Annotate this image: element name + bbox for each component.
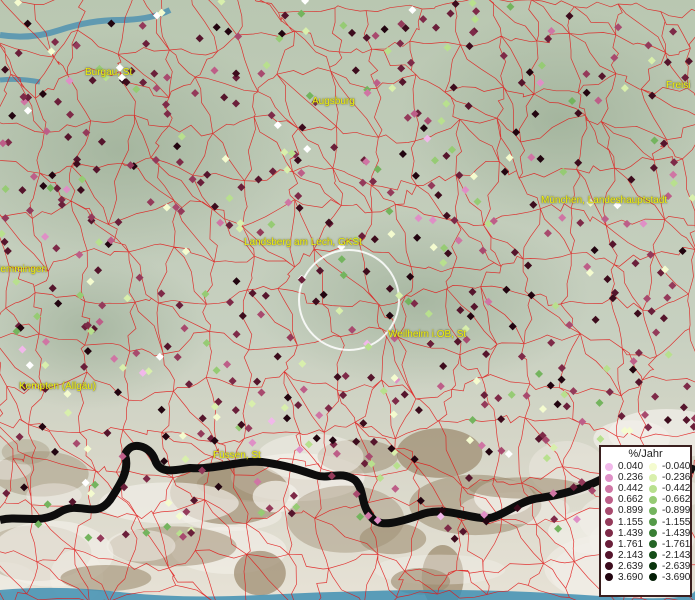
legend-item: -0.899 [645,505,690,516]
legend-swatch [649,562,657,571]
legend-item: 3.690 [601,572,645,583]
legend-swatch [649,462,657,471]
legend-item: 0.662 [601,494,645,505]
legend-swatch [649,495,657,504]
legend-swatch [605,495,613,504]
legend-item: 1.439 [601,528,645,539]
legend-swatch [605,540,613,549]
city-label-weilheim: Weilheim i.OB, St [388,329,467,340]
city-label-muenchen: München, Landeshauptstadt [541,195,668,206]
legend: %/Jahr 0.040 0.236 0.442 0.662 0.899 1.155 1.4… [599,445,692,597]
legend-label: -0.040 [662,461,691,473]
legend-label: -1.439 [662,527,691,539]
legend-label: -0.236 [662,472,691,484]
city-label-augsburg: Augsburg [312,96,355,107]
legend-item: -1.155 [645,516,691,528]
map-view[interactable]: Burgau, St Augsburg Freisi München, Land… [0,0,695,600]
legend-label: -0.899 [662,505,691,517]
legend-label: -1.155 [662,516,691,528]
legend-positive-column: 0.040 0.236 0.442 0.662 0.899 1.155 1.439 1.761… [601,461,645,583]
legend-swatch [605,573,613,582]
legend-label: 0.662 [618,494,644,506]
legend-label: 1.439 [618,527,644,539]
legend-swatch [649,518,657,527]
legend-label: -2.639 [662,560,691,572]
city-label-freising: Freisi [666,80,691,91]
legend-negative-column: -0.040 -0.236 -0.442 -0.662 -0.899 -1.155 -1.4… [645,461,690,583]
legend-label: -2.143 [662,549,691,561]
legend-item: -1.761 [645,539,690,550]
legend-item: -2.639 [645,561,690,572]
legend-label: -1.761 [662,538,691,550]
legend-label: -0.662 [662,494,691,506]
legend-swatch [605,473,613,482]
legend-item: 0.899 [601,505,645,516]
city-label-memmingen: Memmingen [0,264,48,275]
legend-swatch [605,551,613,560]
legend-item: -2.143 [645,550,690,561]
legend-label: 1.761 [618,538,644,550]
legend-swatch [605,529,613,538]
city-label-burgau: Burgau, St [85,67,133,78]
legend-item: -1.439 [645,528,690,539]
legend-swatch [605,518,613,527]
legend-swatch [605,484,613,493]
legend-swatch [605,506,613,515]
city-label-kempten: Kempten (Allgäu) [19,381,97,392]
legend-label: 1.155 [618,516,644,528]
legend-item: 2.143 [601,550,645,561]
legend-swatch [649,540,657,549]
legend-label: 0.040 [618,461,644,473]
legend-label: 3.690 [618,571,644,583]
legend-item: -3.690 [645,572,690,583]
legend-swatch [605,462,613,471]
legend-item: -0.442 [645,483,690,494]
legend-item: -0.040 [645,461,690,472]
legend-item: -0.662 [645,494,690,505]
legend-swatch [649,573,657,582]
legend-item: -0.236 [645,472,690,483]
legend-swatch [649,529,657,538]
legend-label: -0.442 [662,483,691,495]
city-label-fuessen: Füssen, St [213,450,261,461]
legend-swatch [649,473,657,482]
legend-item: 1.155 [601,516,645,528]
legend-item: 2.639 [601,561,645,572]
legend-swatch [649,506,657,515]
legend-label: 0.442 [618,483,644,495]
legend-item: 0.040 [601,461,645,472]
legend-label: -3.690 [662,571,691,583]
terrain-layer [0,0,695,600]
legend-swatch [649,484,657,493]
city-label-landsberg: Landsberg am Lech, GKSt [244,237,362,248]
legend-item: 0.442 [601,483,645,494]
legend-swatch [649,551,657,560]
legend-label: 0.236 [618,472,644,484]
legend-title: %/Jahr [628,448,663,460]
legend-item: 0.236 [601,472,645,483]
legend-label: 0.899 [618,505,644,517]
legend-swatch [605,562,613,571]
legend-label: 2.639 [618,560,644,572]
legend-item: 1.761 [601,539,645,550]
legend-label: 2.143 [618,549,644,561]
